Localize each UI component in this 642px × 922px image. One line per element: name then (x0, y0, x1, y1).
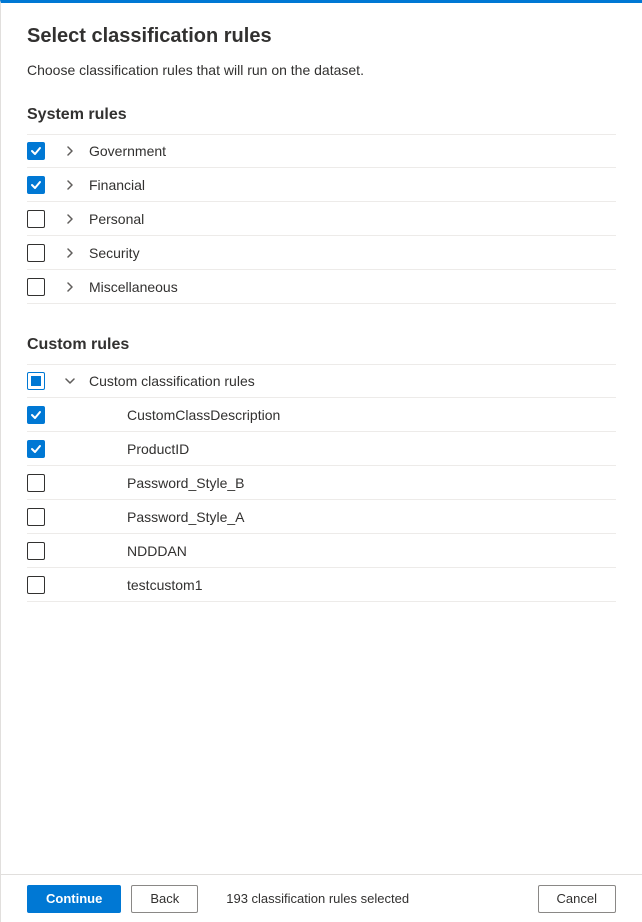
checkbox[interactable] (27, 176, 45, 194)
classification-rules-panel: Select classification rules Choose class… (0, 0, 642, 922)
chevron-right-icon[interactable] (63, 144, 77, 158)
chevron-down-icon[interactable] (63, 374, 77, 388)
custom-rule-row[interactable]: Password_Style_B (27, 466, 616, 500)
checkbox[interactable] (27, 406, 45, 424)
rule-label: ProductID (89, 441, 189, 457)
rule-label: CustomClassDescription (89, 407, 280, 423)
chevron-right-icon[interactable] (63, 178, 77, 192)
custom-rule-row[interactable]: testcustom1 (27, 568, 616, 602)
chevron-right-icon[interactable] (63, 212, 77, 226)
rule-label: testcustom1 (89, 577, 202, 593)
rule-label: Security (89, 245, 140, 261)
rule-label: Password_Style_B (89, 475, 245, 491)
custom-rule-row[interactable]: Password_Style_A (27, 500, 616, 534)
rule-label: Government (89, 143, 166, 159)
rule-label: Custom classification rules (89, 373, 255, 389)
custom-rules-heading: Custom rules (27, 336, 616, 354)
footer-bar: Continue Back 193 classification rules s… (1, 874, 642, 922)
rule-label: Financial (89, 177, 145, 193)
rule-label: Personal (89, 211, 144, 227)
system-rule-row[interactable]: Government (27, 134, 616, 168)
rule-label: Miscellaneous (89, 279, 178, 295)
custom-rule-row[interactable]: ProductID (27, 432, 616, 466)
rule-label: NDDDAN (89, 543, 187, 559)
system-rule-row[interactable]: Miscellaneous (27, 270, 616, 304)
rule-label: Password_Style_A (89, 509, 245, 525)
chevron-right-icon[interactable] (63, 246, 77, 260)
checkbox[interactable] (27, 372, 45, 390)
cancel-button[interactable]: Cancel (538, 885, 616, 913)
custom-rules-group-row[interactable]: Custom classification rules (27, 364, 616, 398)
page-description: Choose classification rules that will ru… (27, 62, 616, 78)
page-title: Select classification rules (27, 25, 616, 48)
checkbox[interactable] (27, 440, 45, 458)
chevron-right-icon[interactable] (63, 280, 77, 294)
custom-rule-row[interactable]: NDDDAN (27, 534, 616, 568)
checkbox[interactable] (27, 576, 45, 594)
checkbox[interactable] (27, 278, 45, 296)
custom-rule-row[interactable]: CustomClassDescription (27, 398, 616, 432)
system-rules-heading: System rules (27, 106, 616, 124)
system-rule-row[interactable]: Personal (27, 202, 616, 236)
checkbox[interactable] (27, 474, 45, 492)
checkbox[interactable] (27, 210, 45, 228)
checkbox[interactable] (27, 142, 45, 160)
continue-button[interactable]: Continue (27, 885, 121, 913)
back-button[interactable]: Back (131, 885, 198, 913)
selection-status: 193 classification rules selected (226, 891, 409, 906)
checkbox[interactable] (27, 542, 45, 560)
system-rule-row[interactable]: Financial (27, 168, 616, 202)
system-rule-row[interactable]: Security (27, 236, 616, 270)
checkbox[interactable] (27, 508, 45, 526)
checkbox[interactable] (27, 244, 45, 262)
